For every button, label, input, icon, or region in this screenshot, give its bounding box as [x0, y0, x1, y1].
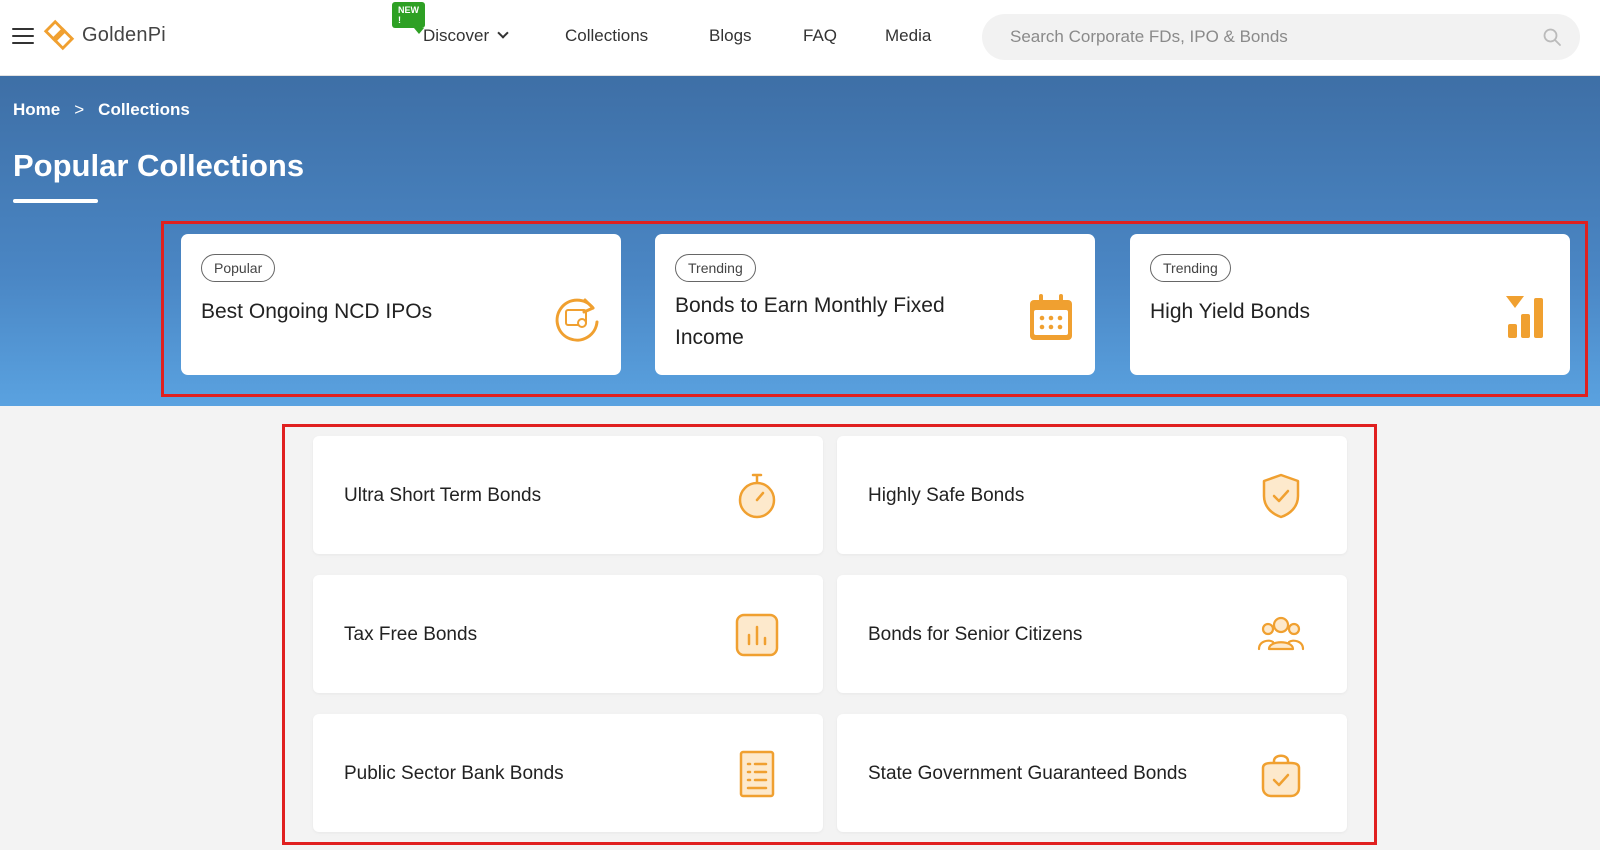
collection-card-title: Ultra Short Term Bonds: [344, 484, 542, 506]
refresh-certificate-icon: [555, 298, 599, 342]
nav-media[interactable]: Media: [885, 26, 931, 46]
collection-card-title: Highly Safe Bonds: [868, 484, 1025, 506]
chevron-down-icon: [497, 27, 509, 39]
breadcrumb: Home > Collections: [13, 100, 190, 120]
collection-card-public-sector-bank[interactable]: Public Sector Bank Bonds: [313, 714, 823, 832]
logo-text: GoldenPi: [82, 23, 166, 46]
nav-faq[interactable]: FAQ: [803, 26, 837, 46]
collection-card-title: State Government Guaranteed Bonds: [868, 762, 1187, 784]
nav-discover[interactable]: Discover: [423, 26, 509, 46]
stopwatch-icon: [738, 473, 776, 519]
collection-card-title: Public Sector Bank Bonds: [344, 762, 564, 784]
page-title: Popular Collections: [13, 148, 305, 183]
collection-card-senior-citizens[interactable]: Bonds for Senior Citizens: [837, 575, 1347, 693]
popular-badge: Popular: [201, 254, 276, 282]
nav-discover-label: Discover: [423, 26, 490, 45]
logo-mark-icon: [43, 19, 75, 51]
bag-check-icon: [1261, 754, 1301, 798]
breadcrumb-home[interactable]: Home: [13, 100, 60, 120]
goldenpi-logo[interactable]: GoldenPi: [40, 16, 166, 54]
title-underline: [13, 199, 98, 203]
hamburger-menu-icon[interactable]: [12, 28, 34, 46]
collection-card-highly-safe[interactable]: Highly Safe Bonds: [837, 436, 1347, 554]
new-badge: NEW !: [392, 2, 425, 34]
trending-badge: Trending: [675, 254, 756, 282]
calendar-icon: [1030, 294, 1072, 340]
breadcrumb-separator: >: [74, 100, 85, 119]
featured-card-ncd-ipos[interactable]: Popular Best Ongoing NCD IPOs: [181, 234, 621, 375]
search-icon[interactable]: [1542, 27, 1562, 47]
trending-badge: Trending: [1150, 254, 1231, 282]
collection-card-tax-free[interactable]: Tax Free Bonds: [313, 575, 823, 693]
collection-card-title: Tax Free Bonds: [344, 623, 478, 645]
top-header: GoldenPi NEW ! Discover Collections Blog…: [0, 0, 1600, 76]
shield-check-icon: [1262, 473, 1300, 519]
featured-card-monthly-income[interactable]: Trending Bonds to Earn Monthly Fixed Inc…: [655, 234, 1095, 375]
bar-chart-arrow-icon: [1506, 296, 1543, 338]
search-input[interactable]: [1010, 26, 1510, 48]
document-list-icon: [739, 750, 775, 798]
search-bar: [982, 14, 1580, 60]
collection-card-title: Bonds for Senior Citizens: [868, 623, 1083, 645]
collection-card-ultra-short-term[interactable]: Ultra Short Term Bonds: [313, 436, 823, 554]
featured-card-title: Bonds to Earn Monthly Fixed Income: [675, 294, 945, 349]
featured-card-title: Best Ongoing NCD IPOs: [201, 300, 433, 323]
breadcrumb-current: Collections: [98, 100, 190, 119]
featured-card-title: High Yield Bonds: [1150, 300, 1310, 323]
chart-box-icon: [735, 613, 779, 657]
collection-card-state-govt-guaranteed[interactable]: State Government Guaranteed Bonds: [837, 714, 1347, 832]
nav-blogs[interactable]: Blogs: [709, 26, 752, 46]
featured-card-high-yield[interactable]: Trending High Yield Bonds: [1130, 234, 1570, 375]
users-group-icon: [1257, 616, 1305, 651]
nav-collections[interactable]: Collections: [565, 26, 648, 46]
